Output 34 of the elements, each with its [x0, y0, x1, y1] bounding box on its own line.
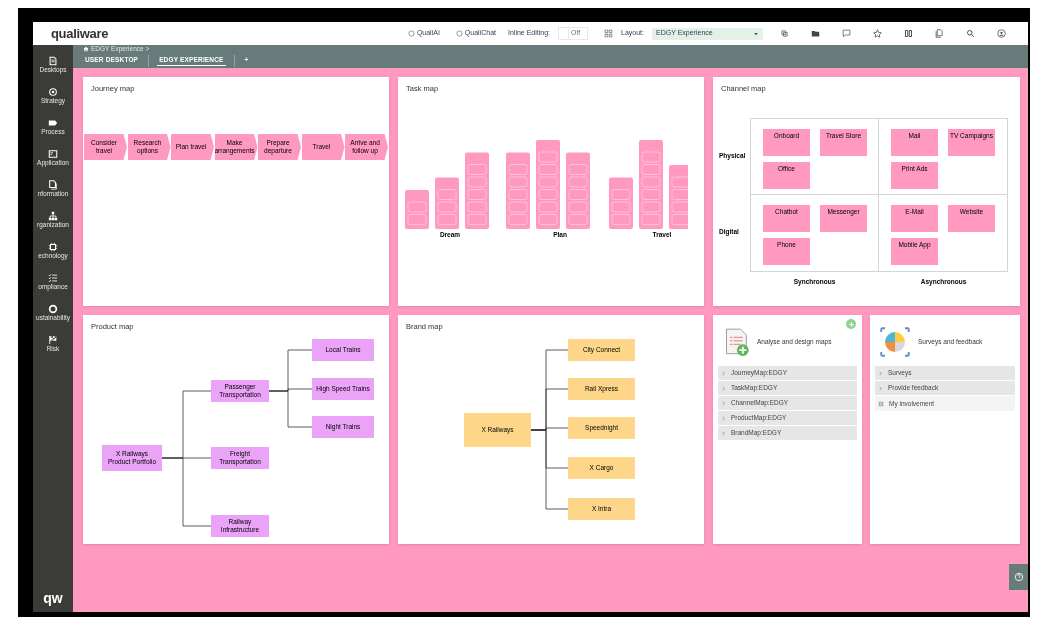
- logo: qw: [43, 589, 63, 608]
- chevron-icon: [878, 370, 883, 376]
- search-icon: [965, 29, 975, 38]
- home-icon: [83, 46, 89, 52]
- hierarchy-icon: [48, 210, 58, 221]
- chevron-icon: [721, 385, 726, 391]
- window-icon: [48, 148, 58, 159]
- plus-icon: [847, 320, 855, 328]
- flag-icon: [48, 334, 58, 345]
- ring-icon: [48, 303, 58, 314]
- chevron-icon: [721, 400, 726, 406]
- pie-chart-icon: [880, 326, 910, 357]
- caret-icon: [753, 30, 759, 37]
- pages-icon: [934, 29, 944, 38]
- copy-icon: [779, 29, 789, 38]
- logo: qualiware: [51, 24, 109, 43]
- chip-icon: [48, 241, 58, 252]
- comment-icon: [841, 29, 851, 38]
- chevron-icon: [721, 430, 726, 436]
- chevron-icon: [721, 415, 726, 421]
- grid-icon: [604, 29, 614, 38]
- folder-icon: [810, 29, 820, 38]
- binoculars-icon: [903, 29, 913, 38]
- help-button[interactable]: [1009, 564, 1028, 590]
- target-icon: [48, 86, 58, 97]
- checklist-icon: [48, 272, 58, 283]
- chevron-icon: [878, 385, 883, 391]
- chevron-icon: [721, 370, 726, 376]
- user-icon: [996, 29, 1006, 38]
- star-icon: [872, 29, 882, 38]
- list-icon: [878, 400, 884, 407]
- documents-icon: [48, 179, 58, 190]
- help-icon: [1013, 572, 1024, 582]
- document-icon: [48, 55, 58, 66]
